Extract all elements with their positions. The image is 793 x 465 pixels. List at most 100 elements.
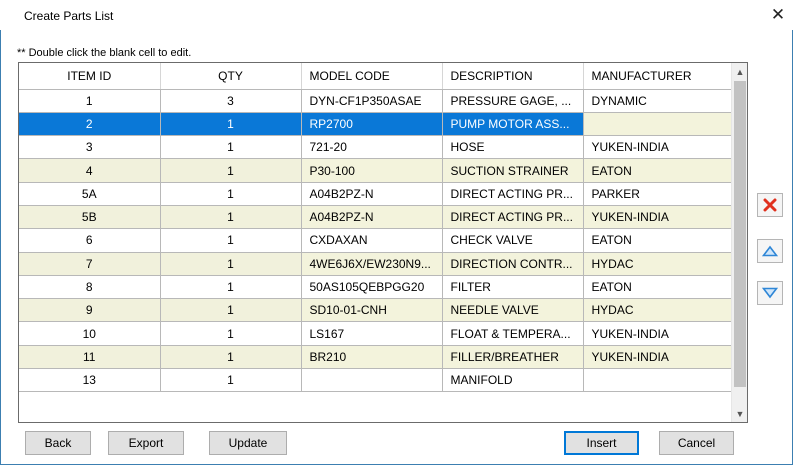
table-row[interactable]: 13 1 MANIFOLD: [19, 368, 733, 393]
scroll-up-icon[interactable]: ▲: [732, 63, 747, 80]
cell-description[interactable]: DIRECT ACTING PR...: [442, 182, 584, 206]
cell-manufacturer[interactable]: EATON: [583, 275, 733, 300]
table-row[interactable]: 2 1 RP2700 PUMP MOTOR ASS...: [19, 112, 733, 137]
cell-model-code[interactable]: RP2700: [301, 112, 443, 137]
cell-item-id[interactable]: 1: [19, 89, 161, 113]
cell-manufacturer[interactable]: YUKEN-INDIA: [583, 135, 733, 160]
cell-item-id[interactable]: 10: [19, 321, 161, 346]
title-bar: Create Parts List ✕: [0, 0, 793, 30]
update-button[interactable]: Update: [209, 431, 287, 455]
cell-manufacturer[interactable]: YUKEN-INDIA: [583, 205, 733, 230]
table-row[interactable]: 4 1 P30-100 SUCTION STRAINER EATON: [19, 158, 733, 183]
cell-model-code[interactable]: 721-20: [301, 135, 443, 160]
cell-manufacturer[interactable]: YUKEN-INDIA: [583, 321, 733, 346]
cell-qty[interactable]: 1: [160, 275, 302, 300]
cell-description[interactable]: PUMP MOTOR ASS...: [442, 112, 584, 137]
cell-description[interactable]: FILTER: [442, 275, 584, 300]
cell-item-id[interactable]: 13: [19, 368, 161, 393]
cell-model-code[interactable]: A04B2PZ-N: [301, 205, 443, 230]
cell-item-id[interactable]: 11: [19, 345, 161, 370]
close-button[interactable]: ✕: [763, 0, 793, 30]
delete-row-button[interactable]: [757, 193, 783, 217]
cell-manufacturer[interactable]: DYNAMIC: [583, 89, 733, 113]
table-row[interactable]: 8 1 50AS105QEBPGG20 FILTER EATON: [19, 275, 733, 300]
cell-qty[interactable]: 1: [160, 158, 302, 183]
cell-qty[interactable]: 1: [160, 345, 302, 370]
table-row[interactable]: 6 1 CXDAXAN CHECK VALVE EATON: [19, 228, 733, 253]
cell-manufacturer[interactable]: YUKEN-INDIA: [583, 345, 733, 370]
back-button[interactable]: Back: [25, 431, 91, 455]
cell-manufacturer[interactable]: EATON: [583, 228, 733, 253]
cell-item-id[interactable]: 6: [19, 228, 161, 253]
scrollbar-thumb[interactable]: [734, 81, 746, 387]
parts-table: ITEM ID QTY MODEL CODE DESCRIPTION MANUF…: [19, 63, 733, 393]
cell-qty[interactable]: 1: [160, 368, 302, 393]
cell-item-id[interactable]: 3: [19, 135, 161, 160]
export-button[interactable]: Export: [108, 431, 184, 455]
cell-description[interactable]: NEEDLE VALVE: [442, 298, 584, 323]
cell-model-code[interactable]: 4WE6J6X/EW230N9...: [301, 252, 443, 276]
table-row[interactable]: 5A 1 A04B2PZ-N DIRECT ACTING PR... PARKER: [19, 182, 733, 206]
cell-description[interactable]: MANIFOLD: [442, 368, 584, 393]
cell-model-code[interactable]: SD10-01-CNH: [301, 298, 443, 323]
cell-model-code[interactable]: DYN-CF1P350ASAE: [301, 89, 443, 113]
cell-description[interactable]: FLOAT & TEMPERA...: [442, 321, 584, 346]
cell-manufacturer[interactable]: HYDAC: [583, 252, 733, 276]
table-row[interactable]: 7 1 4WE6J6X/EW230N9... DIRECTION CONTR... HY…: [19, 252, 733, 276]
column-header-qty[interactable]: QTY: [160, 63, 302, 90]
cell-item-id[interactable]: 8: [19, 275, 161, 300]
cell-description[interactable]: DIRECT ACTING PR...: [442, 205, 584, 230]
cell-manufacturer[interactable]: PARKER: [583, 182, 733, 206]
cell-qty[interactable]: 1: [160, 321, 302, 346]
cell-item-id[interactable]: 5B: [19, 205, 161, 230]
cell-model-code[interactable]: CXDAXAN: [301, 228, 443, 253]
move-down-button[interactable]: [757, 281, 783, 305]
cell-description[interactable]: CHECK VALVE: [442, 228, 584, 253]
cell-qty[interactable]: 1: [160, 228, 302, 253]
table-row[interactable]: 11 1 BR210 FILLER/BREATHER YUKEN-INDIA: [19, 345, 733, 370]
column-header-model-code[interactable]: MODEL CODE: [301, 63, 443, 90]
table-row[interactable]: 1 3 DYN-CF1P350ASAE PRESSURE GAGE, ... DYNAM…: [19, 89, 733, 113]
cell-item-id[interactable]: 5A: [19, 182, 161, 206]
cell-model-code[interactable]: BR210: [301, 345, 443, 370]
move-up-button[interactable]: [757, 239, 783, 263]
cell-model-code[interactable]: 50AS105QEBPGG20: [301, 275, 443, 300]
cell-manufacturer[interactable]: HYDAC: [583, 298, 733, 323]
cell-item-id[interactable]: 7: [19, 252, 161, 276]
vertical-scrollbar[interactable]: ▲ ▼: [731, 63, 747, 422]
cell-manufacturer[interactable]: [583, 368, 733, 393]
cell-manufacturer[interactable]: EATON: [583, 158, 733, 183]
cell-qty[interactable]: 1: [160, 182, 302, 206]
cell-model-code[interactable]: P30-100: [301, 158, 443, 183]
cell-model-code[interactable]: [301, 368, 443, 393]
cell-qty[interactable]: 3: [160, 89, 302, 113]
cancel-button[interactable]: Cancel: [659, 431, 734, 455]
cell-description[interactable]: DIRECTION CONTR...: [442, 252, 584, 276]
cell-item-id[interactable]: 2: [19, 112, 161, 137]
cell-description[interactable]: HOSE: [442, 135, 584, 160]
table-row[interactable]: 9 1 SD10-01-CNH NEEDLE VALVE HYDAC: [19, 298, 733, 323]
cell-description[interactable]: SUCTION STRAINER: [442, 158, 584, 183]
cell-qty[interactable]: 1: [160, 298, 302, 323]
cell-manufacturer[interactable]: [583, 112, 733, 137]
column-header-description[interactable]: DESCRIPTION: [442, 63, 584, 90]
parts-grid[interactable]: ITEM ID QTY MODEL CODE DESCRIPTION MANUF…: [18, 62, 748, 423]
insert-button[interactable]: Insert: [564, 431, 639, 455]
cell-model-code[interactable]: A04B2PZ-N: [301, 182, 443, 206]
delete-x-icon: [763, 198, 777, 212]
table-row[interactable]: 10 1 LS167 FLOAT & TEMPERA... YUKEN-INDIA: [19, 321, 733, 346]
cell-qty[interactable]: 1: [160, 112, 302, 137]
cell-item-id[interactable]: 4: [19, 158, 161, 183]
cell-item-id[interactable]: 9: [19, 298, 161, 323]
scroll-down-icon[interactable]: ▼: [732, 405, 747, 422]
cell-description[interactable]: PRESSURE GAGE, ...: [442, 89, 584, 113]
cell-qty[interactable]: 1: [160, 252, 302, 276]
table-row[interactable]: 3 1 721-20 HOSE YUKEN-INDIA: [19, 135, 733, 160]
cell-model-code[interactable]: LS167: [301, 321, 443, 346]
cell-description[interactable]: FILLER/BREATHER: [442, 345, 584, 370]
table-row[interactable]: 5B 1 A04B2PZ-N DIRECT ACTING PR... YUKEN-IND…: [19, 205, 733, 230]
cell-qty[interactable]: 1: [160, 135, 302, 160]
cell-qty[interactable]: 1: [160, 205, 302, 230]
column-header-manufacturer[interactable]: MANUFACTURER: [583, 63, 733, 90]
column-header-item-id[interactable]: ITEM ID: [19, 63, 161, 90]
